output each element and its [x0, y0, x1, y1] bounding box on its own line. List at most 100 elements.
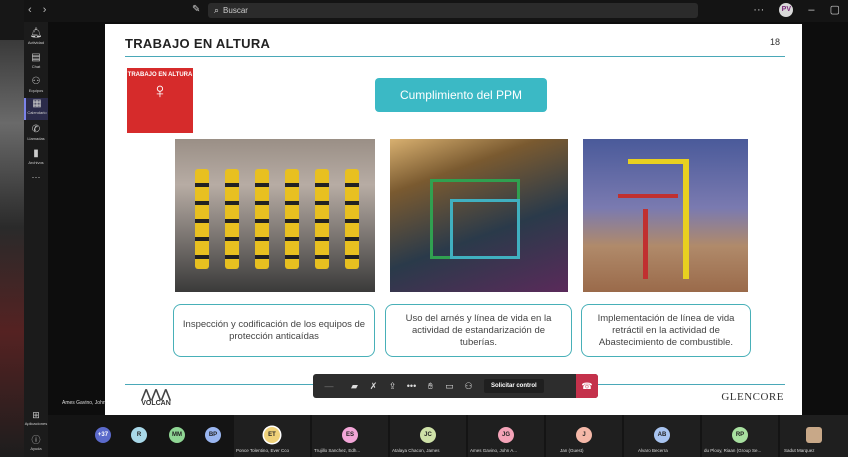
rail-item-chat[interactable]: ▤ Chat	[24, 52, 48, 70]
participant-strip: +37 R MM BP ET Ponce Tolentino, Ever Cco…	[48, 415, 848, 457]
volcan-logo-text: VOLCAN	[141, 400, 171, 407]
title-divider	[125, 56, 785, 57]
rail-item-activity[interactable]: 🔔︎ Actividad	[24, 28, 48, 46]
history-nav: ‹ ›	[28, 4, 54, 16]
participant-tile[interactable]: ET Ponce Tolentino, Ever Cco	[234, 415, 310, 457]
raise-hand-icon[interactable]: ✋︎	[421, 374, 440, 398]
caption-inspection: Inspección y codificación de los equipos…	[173, 304, 375, 357]
back-arrow-icon[interactable]: ‹	[28, 4, 32, 16]
profile-avatar[interactable]: PV	[779, 3, 794, 18]
rail-more-button[interactable]: ···	[24, 172, 48, 182]
window-controls: ··· PV – ▢	[741, 3, 840, 18]
rail-label: Calendario	[27, 110, 47, 115]
rail-label: Llamadas	[27, 136, 45, 141]
participant-tile[interactable]: JC Atalaya Chacon, James	[390, 415, 466, 457]
glencore-logo: GLENCORE	[721, 391, 784, 403]
rail-item-apps[interactable]: ⊞ Aplicaciones	[24, 410, 48, 426]
compose-icon[interactable]: ✎	[192, 4, 204, 16]
participant-overflow[interactable]: +37	[92, 415, 114, 457]
chat-toggle-icon[interactable]: ▭	[440, 374, 459, 398]
meeting-timer-icon: —	[324, 381, 334, 391]
mountain-icon: ⋀⋀⋀	[141, 387, 171, 401]
rail-item-calendar[interactable]: ▦ Calendario	[24, 98, 48, 120]
shared-screen: TRABAJO EN ALTURA 18 TRABAJO EN ALTURA ♀…	[48, 22, 848, 415]
rail-item-files[interactable]: ▮ Archivos	[24, 148, 48, 166]
teams-window: ‹ › ✎ ⌕ Buscar ··· PV – ▢ 🔔︎ Actividad ▤ …	[0, 0, 848, 457]
app-rail: 🔔︎ Actividad ▤ Chat ⚇ Equipos ▦ Calendar…	[24, 22, 48, 457]
caption-harness-usage: Uso del arnés y línea de vida en la acti…	[385, 304, 572, 357]
participant-tile[interactable]: BP	[202, 415, 224, 457]
avatar: J	[576, 427, 592, 443]
harness-person-icon: ♀	[151, 78, 169, 103]
share-screen-icon[interactable]: ⇪	[383, 374, 402, 398]
fuel-station-crane-photo	[583, 139, 748, 292]
participant-name: Ponce Tolentino, Ever Cco	[236, 448, 289, 453]
more-actions-icon[interactable]: •••	[402, 374, 421, 398]
rail-item-teams[interactable]: ⚇ Equipos	[24, 76, 48, 94]
ppm-banner: Cumplimiento del PPM	[375, 78, 547, 112]
participant-tile[interactable]: ES Trujillo Sanchez, Edh...	[312, 415, 388, 457]
calendar-icon: ▦	[32, 98, 42, 109]
avatar	[806, 427, 822, 443]
slide-title: TRABAJO EN ALTURA	[125, 36, 271, 51]
participant-tile[interactable]: Sadut Marquez	[780, 415, 848, 457]
caption-retractable-line: Implementación de línea de vida retrácti…	[581, 304, 751, 357]
help-icon: ⓘ	[31, 435, 41, 445]
camera-off-icon[interactable]: ▰	[345, 374, 364, 398]
participant-tile[interactable]: J Jan (Guest)	[546, 415, 622, 457]
avatar: +37	[95, 427, 111, 443]
forward-arrow-icon[interactable]: ›	[43, 4, 47, 16]
avatar: AB	[654, 427, 670, 443]
rail-label: Equipos	[28, 88, 44, 93]
participant-tile[interactable]: AB Alvaro Becerra	[624, 415, 700, 457]
avatar: JC	[420, 427, 436, 443]
rail-label: Aplicaciones	[24, 421, 48, 426]
avatar: BP	[205, 427, 221, 443]
participant-name: Jan (Guest)	[560, 448, 584, 453]
harness-rack-photo	[175, 139, 375, 292]
maximize-button[interactable]: ▢	[830, 4, 840, 16]
participant-tile[interactable]: R	[128, 415, 150, 457]
search-input[interactable]: ⌕ Buscar	[208, 3, 698, 18]
hang-up-button[interactable]: ☎	[576, 374, 598, 398]
participant-name: Ames Gavino, John A...	[470, 448, 518, 453]
participant-tile[interactable]: MM	[166, 415, 188, 457]
avatar: ES	[342, 427, 358, 443]
rail-item-help[interactable]: ⓘ Ayuda	[24, 433, 48, 451]
fall-protection-logo: TRABAJO EN ALTURA ♀	[127, 68, 193, 133]
participant-name: du Plooy, Riaan (Group Se...	[704, 448, 762, 453]
meeting-toolbar: — ▰ ✗ ⇪ ••• ✋︎ ▭ ⚇ Solicitar control ☎	[313, 374, 598, 398]
avatar: ET	[264, 427, 280, 443]
participant-name: Atalaya Chacon, James	[392, 448, 440, 453]
rail-label: Ayuda	[30, 446, 42, 451]
mic-off-icon[interactable]: ✗	[364, 374, 383, 398]
search-icon: ⌕	[214, 5, 220, 15]
presentation-slide: TRABAJO EN ALTURA 18 TRABAJO EN ALTURA ♀…	[105, 24, 802, 415]
avatar: RP	[732, 427, 748, 443]
apps-icon: ⊞	[32, 410, 40, 420]
request-control-button[interactable]: Solicitar control	[484, 379, 544, 393]
participant-tile[interactable]: RP du Plooy, Riaan (Group Se...	[702, 415, 778, 457]
avatar: R	[131, 427, 147, 443]
search-placeholder: Buscar	[223, 6, 248, 15]
participant-name: Sadut Marquez	[784, 448, 815, 453]
more-options-button[interactable]: ···	[753, 4, 764, 16]
participant-name: Alvaro Becerra	[638, 448, 668, 453]
bell-icon: 🔔︎	[29, 28, 43, 39]
avatar: JG	[498, 427, 514, 443]
chat-icon: ▤	[31, 52, 41, 63]
teams-icon: ⚇	[31, 76, 41, 87]
minimize-button[interactable]: –	[808, 4, 814, 16]
participant-name: Trujillo Sanchez, Edh...	[314, 448, 361, 453]
rail-item-calls[interactable]: ✆ Llamadas	[24, 124, 48, 142]
rail-label: Chat	[31, 64, 41, 69]
rail-label: Archivos	[28, 160, 44, 165]
presenter-name: Ames Gavino, John	[62, 400, 106, 406]
tunnel-scaffold-photo	[390, 139, 568, 292]
volcan-logo: ⋀⋀⋀ VOLCAN	[127, 388, 185, 410]
phone-icon: ✆	[31, 124, 41, 135]
participants-icon[interactable]: ⚇	[459, 374, 478, 398]
file-icon: ▮	[33, 148, 39, 159]
rail-label: Actividad	[27, 40, 45, 45]
participant-tile[interactable]: JG Ames Gavino, John A...	[468, 415, 544, 457]
